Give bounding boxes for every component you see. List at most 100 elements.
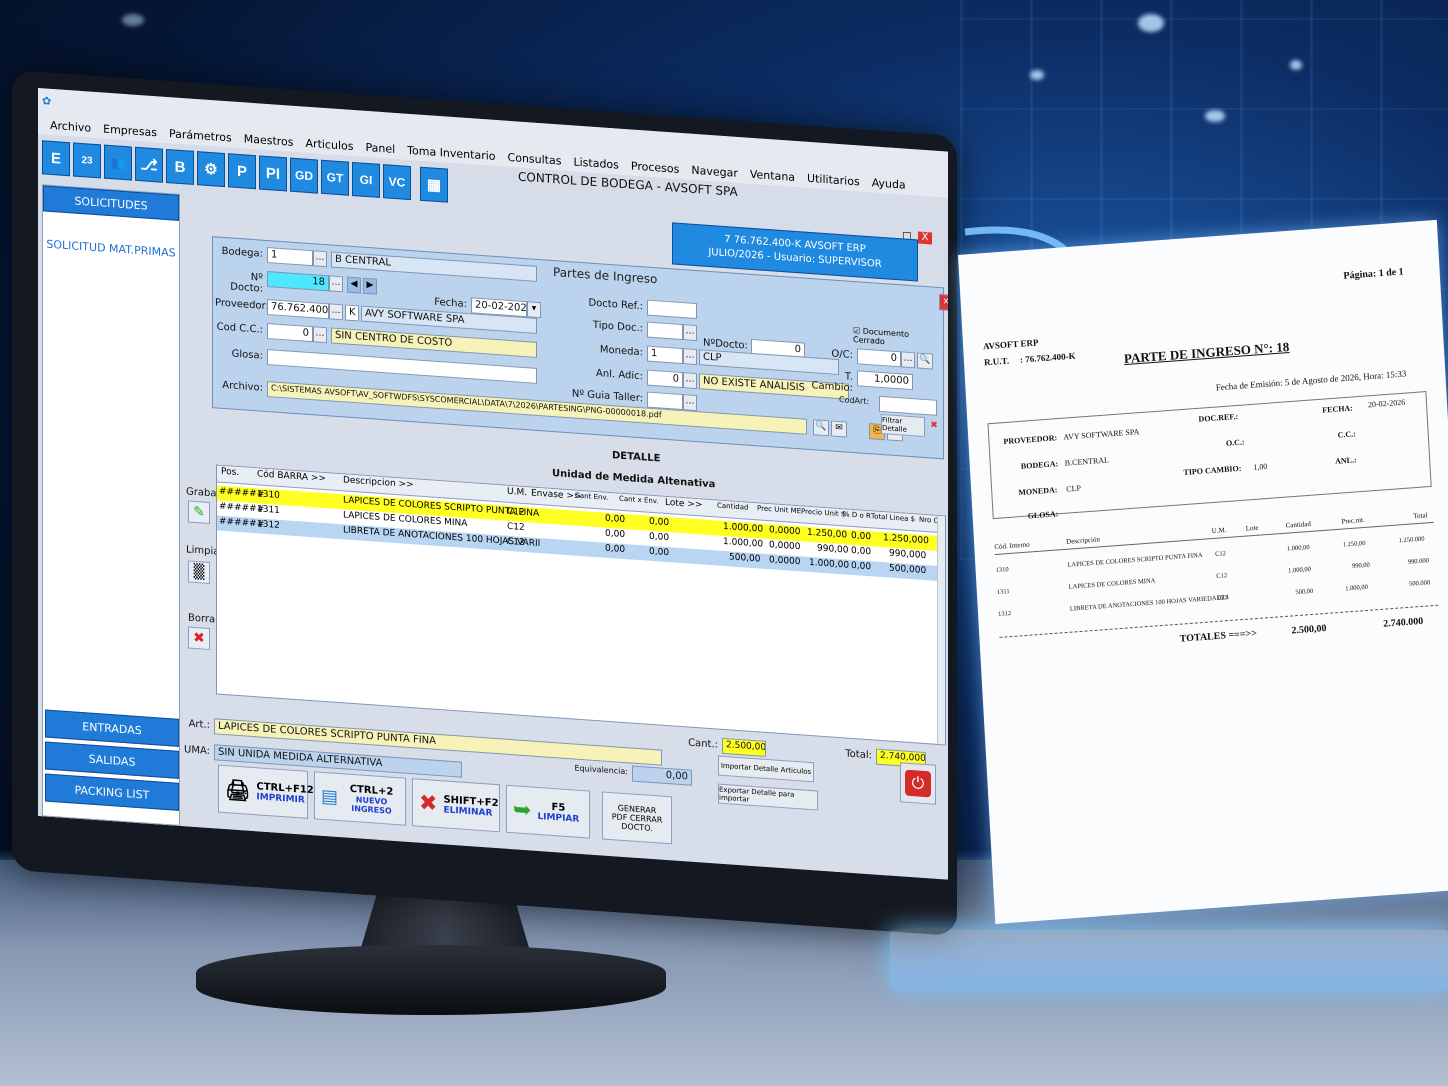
col-pos[interactable]: Pos. (221, 467, 239, 478)
sidebar-item-salidas[interactable]: SALIDAS (45, 741, 179, 779)
menu-parametros[interactable]: Parámetros (163, 127, 238, 145)
oc-lookup-button[interactable]: … (901, 351, 915, 369)
menu-archivo[interactable]: Archivo (44, 118, 97, 135)
print-button[interactable]: 🖨 CTRL+F12 IMPRIMIR (218, 764, 314, 819)
delete-button[interactable]: ✖ SHIFT+F2 ELIMINAR (412, 778, 500, 833)
col-precunit[interactable]: Precio Unit $ (801, 507, 845, 518)
col-codbarra[interactable]: Cód BARRA >> (257, 469, 326, 484)
col-cantidad[interactable]: Cantidad (717, 501, 748, 511)
menu-navegar[interactable]: Navegar (685, 163, 744, 180)
close-button[interactable]: X (918, 231, 932, 245)
moneda-lookup-button[interactable]: … (683, 348, 697, 366)
search-icon[interactable]: 🔍 (813, 419, 829, 437)
sidebar-item-solicitudes[interactable]: SOLICITUDES (43, 185, 179, 221)
report-proveedor-label: PROVEEDOR: (1003, 433, 1058, 447)
toolbar-p-button[interactable]: P (228, 153, 256, 190)
col-precme[interactable]: Prec Unit ME (757, 504, 801, 515)
acrylic-stand (890, 930, 1448, 990)
calendar-icon[interactable]: 23 (73, 142, 101, 179)
oc-field[interactable]: 0 (857, 348, 901, 368)
menu-consultas[interactable]: Consultas (502, 150, 568, 168)
toolbar-gd-button[interactable]: GD (290, 157, 318, 194)
menu-utilitarios[interactable]: Utilitarios (801, 171, 866, 189)
docto-ref-field[interactable] (647, 299, 697, 320)
next-arrow-icon[interactable]: ▶ (363, 277, 377, 295)
bodega-name-field: B CENTRAL (331, 251, 537, 282)
grid-scrollbar[interactable] (937, 515, 945, 745)
sidebar-link-solicitud[interactable]: SOLICITUD MAT.PRIMAS (43, 237, 179, 260)
generate-pdf-button[interactable]: GENERAR PDF CERRAR DOCTO. (602, 791, 672, 845)
ndocto-field[interactable]: 18 (267, 271, 329, 292)
report-proveedor: AVY SOFTWARE SPA (1063, 427, 1140, 442)
grid-icon[interactable]: ▦ (420, 166, 448, 203)
guia-lookup-button[interactable]: … (683, 394, 697, 412)
row-cantxenv: 0,00 (649, 546, 670, 559)
calendar-dropdown-icon[interactable]: ▾ (527, 301, 541, 319)
mail-icon[interactable]: ✉ (831, 420, 847, 438)
menu-panel[interactable]: Panel (359, 140, 401, 156)
ndocto-lookup-button[interactable]: … (329, 275, 343, 293)
anl-field[interactable]: 0 (647, 369, 683, 389)
tipo-doc-field[interactable] (647, 321, 683, 341)
bodega-code-field[interactable]: 1 (267, 247, 313, 267)
col-envase[interactable]: Envase >> (531, 488, 581, 502)
exportar-button[interactable]: Exportar Detalle para importar (718, 783, 818, 811)
report-totales-cant: 2.500,00 (1291, 622, 1327, 637)
menu-ayuda[interactable]: Ayuda (866, 176, 912, 192)
col-total[interactable]: Total Linea $ (871, 512, 915, 523)
codcc-lookup-button[interactable]: … (313, 326, 327, 344)
users-icon[interactable]: 👥 (104, 144, 132, 181)
report-title: PARTE DE INGRESO N°: 18 (1123, 338, 1290, 367)
menu-procesos[interactable]: Procesos (625, 159, 685, 176)
guia-field[interactable] (647, 391, 683, 411)
filtrar-detalle-button[interactable]: Filtrar Detalle (881, 413, 925, 438)
codart-field[interactable] (879, 395, 937, 416)
proveedor-rut-field[interactable]: 76.762.400 (267, 299, 329, 320)
tipo-doc-lookup-button[interactable]: … (683, 324, 697, 342)
delete-icon[interactable]: ✖ (188, 626, 210, 651)
menu-maestros[interactable]: Maestros (238, 132, 300, 149)
doc-cerrado-checkbox[interactable]: ☑ Documento Cerrado (853, 326, 943, 350)
report-moneda: CLP (1065, 483, 1082, 494)
clear-filter-icon[interactable]: ✖ (927, 419, 941, 436)
exit-button[interactable]: ⏻ (900, 762, 936, 805)
equivalencia-field[interactable]: 0,00 (632, 765, 692, 786)
row-cod: 1311 (257, 504, 280, 516)
col-descripcion[interactable]: Descripcion >> (343, 475, 414, 490)
clear-button[interactable]: ➥ F5 LIMPIAR (506, 784, 590, 839)
codcc-field[interactable]: 0 (267, 323, 313, 343)
toolbar-gt-button[interactable]: GT (321, 159, 349, 196)
new-button[interactable]: ▤ CTRL+2 NUEVO INGRESO (314, 771, 406, 826)
network-icon[interactable]: ⎇ (135, 146, 163, 183)
gear-icon[interactable]: ⚙ (197, 151, 225, 188)
menu-articulos[interactable]: Articulos (300, 136, 360, 153)
moneda-code-field[interactable]: 1 (647, 345, 683, 365)
anl-lookup-button[interactable]: … (683, 372, 697, 390)
col-lote[interactable]: Lote >> (665, 498, 702, 511)
toolbar-gi-button[interactable]: GI (352, 161, 380, 198)
proveedor-lookup-button[interactable]: … (329, 303, 343, 321)
sidebar-item-packing-list[interactable]: PACKING LIST (45, 773, 179, 811)
toolbar-vc-button[interactable]: VC (383, 164, 411, 201)
menu-empresas[interactable]: Empresas (97, 122, 163, 140)
importar-button[interactable]: Importar Detalle Articulos (718, 755, 814, 783)
prev-arrow-icon[interactable]: ◀ (347, 276, 361, 294)
sidebar-item-entradas[interactable]: ENTRADAS (45, 709, 179, 747)
col-um[interactable]: U.M. (507, 487, 527, 498)
toolbar-e-button[interactable]: E (42, 140, 70, 177)
codart-label: CodArt: (839, 395, 870, 407)
col-dr[interactable]: % D o R (843, 510, 871, 520)
toolbar-b-button[interactable]: B (166, 148, 194, 185)
save-icon[interactable]: ✎ (188, 500, 210, 525)
oc-search-icon[interactable]: 🔍 (917, 352, 933, 370)
report-rut-label: R.U.T. (983, 355, 1010, 368)
col-cantxenv[interactable]: Cant x Env. (619, 495, 659, 506)
menu-ventana[interactable]: Ventana (744, 167, 801, 184)
broom-icon[interactable]: ▒ (188, 560, 210, 585)
menu-toma-inventario[interactable]: Toma Inventario (401, 143, 501, 163)
bodega-lookup-button[interactable]: … (313, 250, 327, 268)
menu-listados[interactable]: Listados (567, 155, 624, 172)
panel-close-button[interactable]: x (939, 294, 948, 311)
toolbar-pi-button[interactable]: PI (259, 155, 287, 192)
tcambio-field[interactable]: 1,0000 (857, 370, 913, 391)
